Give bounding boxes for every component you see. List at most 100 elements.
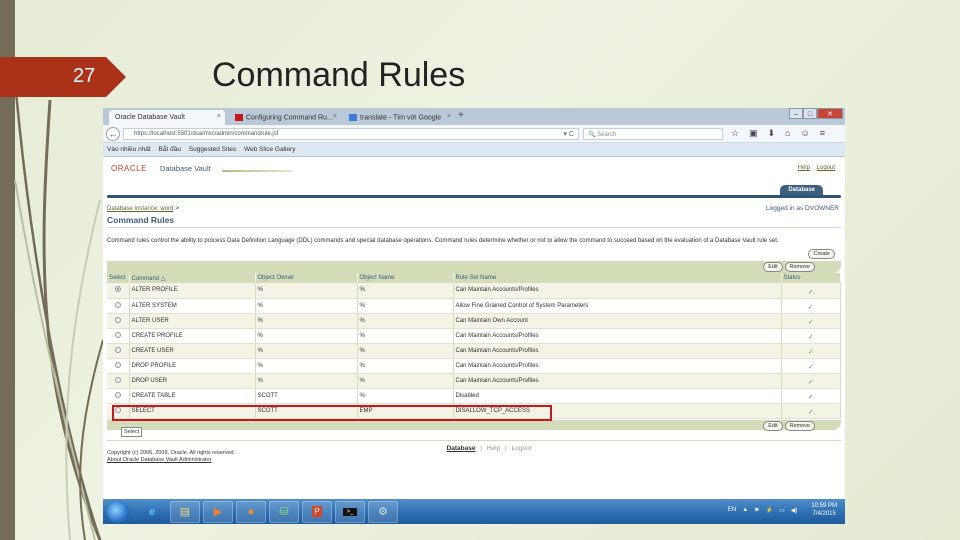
tab-label: translate - Tìm với Google [360, 114, 442, 122]
row-select-radio[interactable] [115, 376, 121, 383]
remove-button[interactable]: Remove [784, 262, 815, 272]
status-cell: ✓ [781, 298, 841, 314]
cmd-icon[interactable]: >_ [335, 500, 365, 523]
tab-oracle-database-vault[interactable]: Oracle Database Vault × [109, 110, 225, 125]
reading-list-icon[interactable]: ▣ [749, 128, 758, 139]
row-select-radio[interactable] [115, 316, 121, 323]
create-row: Create [107, 249, 841, 260]
status-cell: ✓ [781, 358, 841, 374]
maximize-button[interactable]: □ [803, 108, 817, 119]
row-select-radio[interactable] [115, 346, 121, 353]
rule-set-cell: Disabled [453, 388, 782, 404]
tab-google-translate[interactable]: translate - Tìm với Google × [343, 110, 455, 125]
status-enabled-icon: ✓ [807, 409, 814, 416]
header-rule [107, 195, 841, 198]
table-row: CREATE TABLE SCOTT% Disabled ✓ [107, 388, 841, 404]
action-center-icon[interactable]: ⚑ [754, 507, 759, 514]
ie-icon[interactable]: e [137, 501, 167, 523]
object-owner-cell: % [255, 373, 358, 389]
footer-link-help[interactable]: Help [487, 445, 500, 452]
breadcrumb-database-instance[interactable]: Database Instance: word [107, 206, 173, 212]
row-select-radio[interactable] [115, 361, 121, 368]
windows-taskbar: e ▤ ▶ ● ⛁ P >_ ⚙ EN ▲ ⚑ ⚡ ▭ ◀) 10:59 PM … [103, 499, 845, 524]
clock[interactable]: 10:59 PM 7/4/2015 [811, 502, 837, 518]
firefox-icon[interactable]: ● [236, 500, 266, 523]
row-select-radio[interactable] [115, 391, 121, 398]
tab-database[interactable]: Database [780, 185, 823, 195]
footer-link-logout[interactable]: Logout [512, 445, 532, 452]
table-row: DROP USER%% Can Maintain Accounts/Profile… [107, 373, 841, 389]
table-row: DROP PROFILE%% Can Maintain Accounts/Prof… [107, 358, 841, 374]
new-tab-button[interactable]: + [458, 110, 464, 121]
logout-link[interactable]: Logout [817, 165, 835, 171]
volume-icon[interactable]: ◀) [791, 507, 798, 514]
powerpoint-icon[interactable]: P [302, 500, 332, 523]
status-cell: ✓ [781, 283, 841, 299]
object-name-cell: EMP [357, 403, 454, 419]
object-name-cell: % [357, 313, 454, 329]
row-select-radio[interactable] [115, 406, 121, 413]
oracle-logo: ORACLE [111, 164, 147, 173]
row-select-radio[interactable] [115, 301, 121, 308]
status-cell: ✓ [781, 328, 841, 344]
show-hidden-icons[interactable]: ▲ [742, 507, 748, 513]
media-icon[interactable]: ▶ [203, 500, 233, 523]
close-tab-icon[interactable]: × [333, 113, 337, 120]
column-header-command[interactable]: Command △ [129, 273, 256, 283]
help-link[interactable]: Help [798, 165, 810, 171]
status-enabled-icon: ✓ [807, 288, 814, 296]
back-button[interactable]: ← [106, 127, 120, 141]
close-tab-icon[interactable]: × [217, 113, 221, 120]
object-owner-cell: SCOTT [255, 388, 358, 404]
system-tray: EN ▲ ⚑ ⚡ ▭ ◀) 10:59 PM 7/4/2015 [728, 502, 837, 518]
bookmark-most-visited[interactable]: Vào nhiều nhất [107, 146, 151, 153]
create-button[interactable]: Create [808, 249, 835, 259]
power-icon[interactable]: ⚡ [766, 507, 773, 514]
url-bar[interactable]: https://localhost:5501/dva/mvc/admin/com… [123, 128, 579, 140]
reload-icon[interactable]: ▾ C [563, 130, 574, 138]
browser-navbar: ← https://localhost:5501/dva/mvc/admin/c… [103, 125, 845, 143]
edit-button-bottom[interactable]: Edit [763, 420, 783, 431]
table-row: ALTER SYSTEM%% Allow Fine Grained Control… [107, 298, 841, 314]
remove-button-bottom[interactable]: Remove [784, 420, 815, 431]
table-bottom-action-bar: Edit Remove [107, 419, 841, 431]
bookmark-getting-started[interactable]: Bắt đầu [159, 146, 181, 153]
bookmark-suggested-sites[interactable]: Suggested Sites [189, 146, 236, 153]
network-tray-icon[interactable]: ▭ [779, 507, 785, 514]
footer-link-database[interactable]: Database [447, 445, 476, 452]
language-indicator[interactable]: EN [728, 507, 736, 513]
search-input[interactable]: 🔍 Search [583, 128, 723, 140]
close-window-button[interactable]: ✕ [817, 108, 843, 119]
account-icon[interactable]: ☺ [801, 128, 810, 139]
command-cell: CREATE TABLE [129, 388, 256, 404]
explorer-icon[interactable]: ▤ [170, 500, 200, 523]
download-icon[interactable]: ⬇ [768, 128, 776, 139]
command-cell: CREATE USER [129, 343, 256, 359]
tab-configuring-command-rules[interactable]: Configuring Command Ru... × [229, 110, 341, 125]
network-icon[interactable]: ⚙ [368, 500, 398, 523]
database-icon[interactable]: ⛁ [269, 500, 299, 523]
slide-title: Command Rules [212, 56, 466, 94]
browser-tabbar: Oracle Database Vault × Configuring Comma… [103, 108, 845, 125]
edit-button[interactable]: Edit [763, 262, 783, 272]
column-header-object-name: Object Name [357, 273, 454, 283]
menu-icon[interactable]: ≡ [820, 128, 825, 139]
status-enabled-icon: ✓ [807, 304, 814, 311]
bookmark-star-icon[interactable]: ☆ [731, 128, 739, 139]
about-link[interactable]: About Oracle Database Vault Administrato… [107, 457, 841, 464]
start-button[interactable] [107, 500, 129, 523]
object-owner-cell: % [255, 343, 358, 359]
row-select-radio[interactable] [115, 331, 121, 338]
column-header-status: Status [781, 273, 841, 283]
column-header-rule-set-name: Rule Set Name [453, 273, 782, 283]
select-cell [107, 373, 130, 389]
home-icon[interactable]: ⌂ [785, 128, 790, 139]
browser-screenshot: Oracle Database Vault × Configuring Comma… [103, 108, 845, 524]
select-cell [107, 313, 130, 329]
row-select-radio[interactable] [115, 286, 121, 293]
close-tab-icon[interactable]: × [447, 113, 451, 120]
minimize-button[interactable]: – [789, 108, 803, 119]
bookmark-web-slice-gallery[interactable]: Web Slice Gallery [244, 146, 296, 153]
breadcrumb-separator: > [175, 205, 179, 212]
command-cell: ALTER SYSTEM [129, 298, 256, 314]
